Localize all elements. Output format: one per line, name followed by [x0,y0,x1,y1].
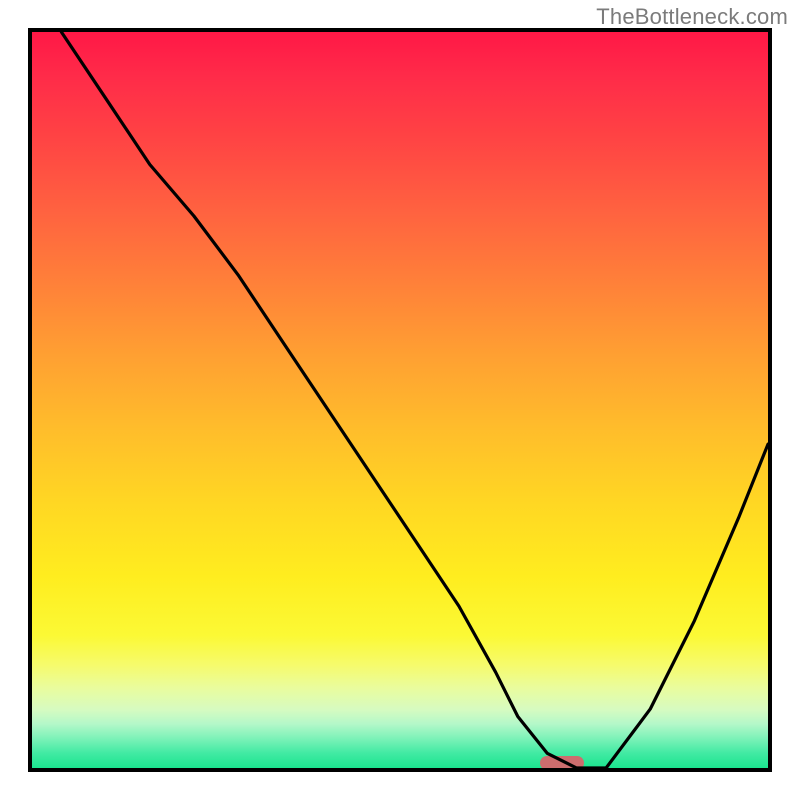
watermark-text: TheBottleneck.com [596,4,788,30]
bottleneck-curve [32,32,768,768]
curve-path [61,32,768,768]
plot-frame [28,28,772,772]
